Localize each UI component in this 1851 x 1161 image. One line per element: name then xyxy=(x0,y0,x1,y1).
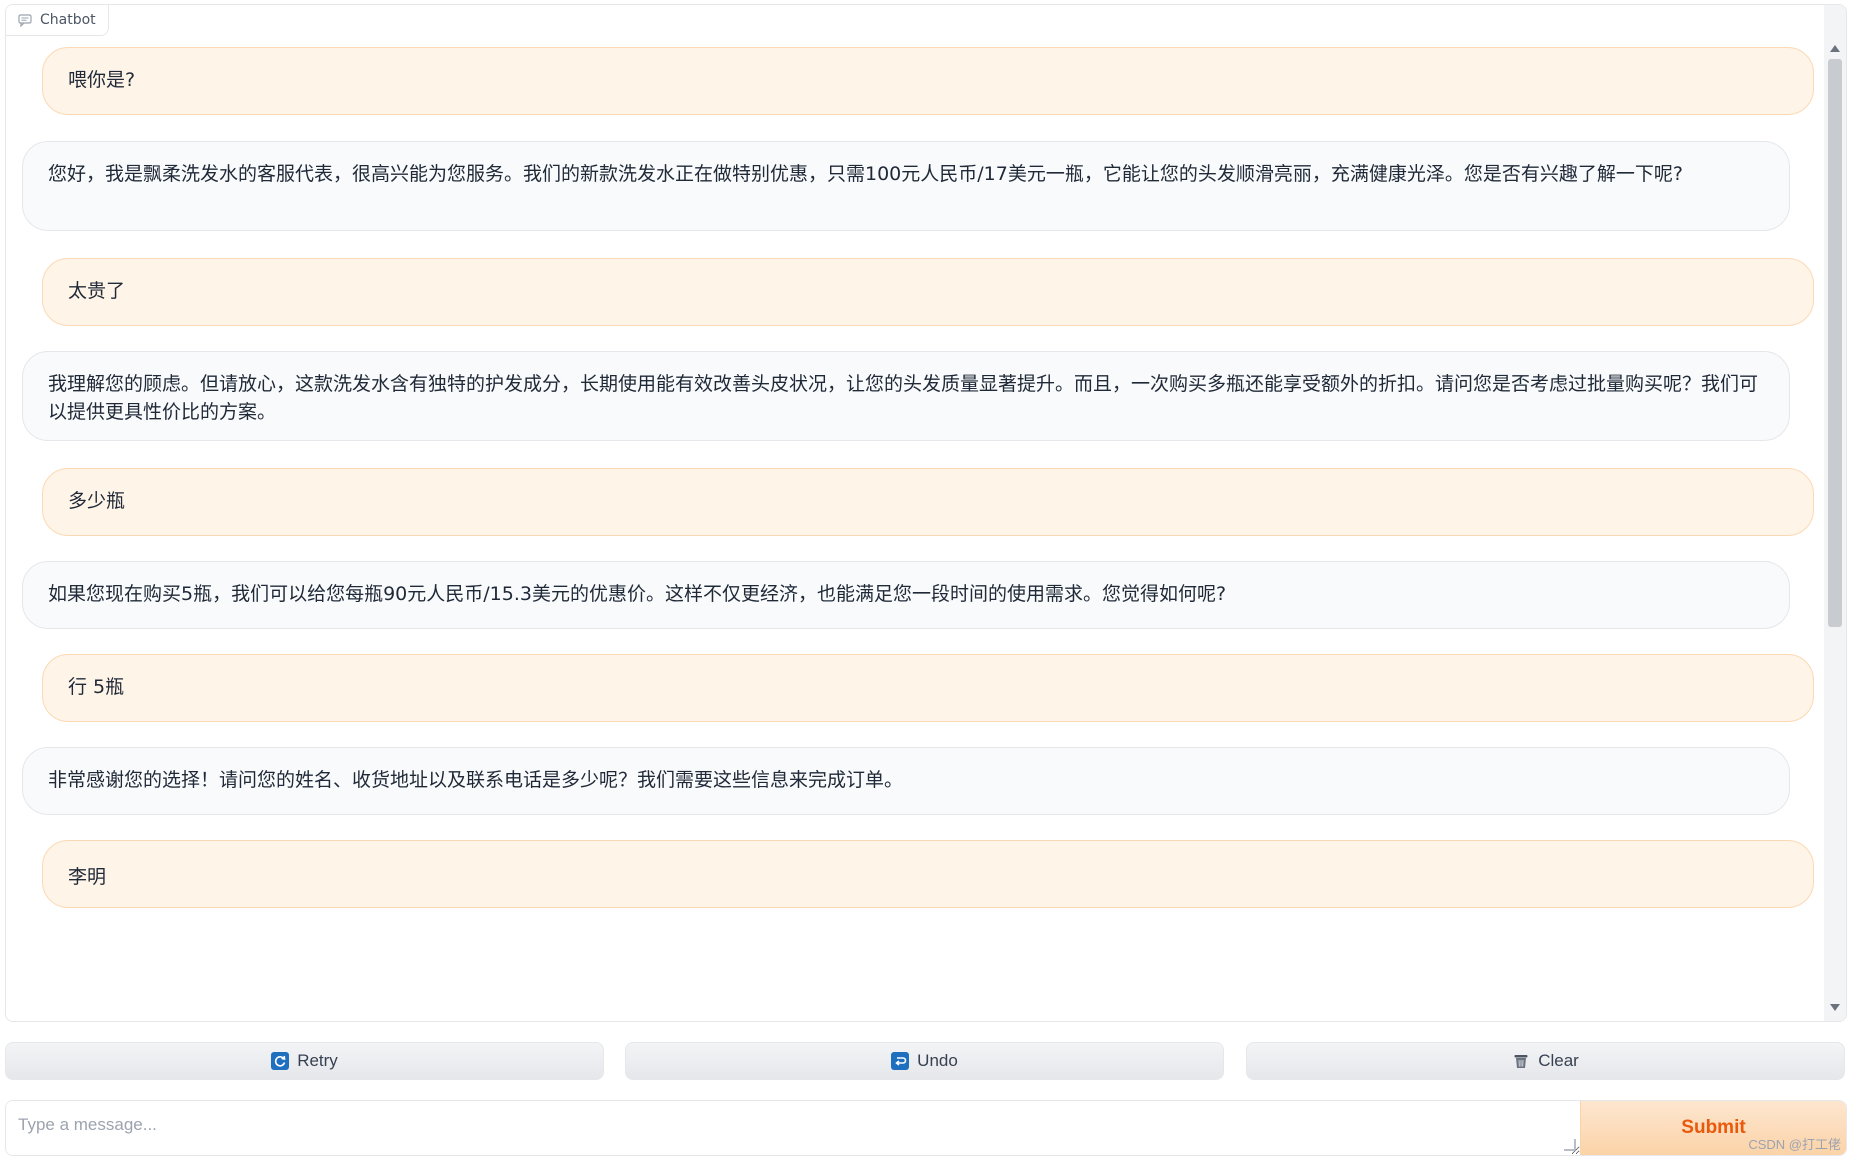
user-message: 太贵了 xyxy=(42,258,1814,326)
clear-label: Clear xyxy=(1538,1051,1579,1070)
message-text: 非常感谢您的选择！请问您的姓名、收货地址以及联系电话是多少呢？我们需要这些信息来… xyxy=(48,769,904,791)
user-message: 喂你是? xyxy=(42,47,1814,115)
retry-button[interactable]: Retry xyxy=(5,1042,604,1080)
action-button-row: Retry Undo Clear xyxy=(5,1042,1845,1080)
user-message: 行 5瓶 xyxy=(42,654,1814,722)
scrollbar-thumb[interactable] xyxy=(1828,59,1842,627)
clear-button[interactable]: Clear xyxy=(1246,1042,1845,1080)
watermark: CSDN @打工佬 xyxy=(1748,1137,1841,1152)
message-text: 您好，我是飘柔洗发水的客服代表，很高兴能为您服务。我们的新款洗发水正在做特别优惠… xyxy=(48,163,1683,185)
message-text: 太贵了 xyxy=(68,280,126,302)
message-text: 李明 xyxy=(68,866,107,888)
trash-icon xyxy=(1512,1052,1530,1070)
undo-button[interactable]: Undo xyxy=(625,1042,1224,1080)
bot-message: 我理解您的顾虑。但请放心，这款洗发水含有独特的护发成分，长期使用能有效改善头皮状… xyxy=(22,351,1790,441)
chatbot-label: Chatbot xyxy=(6,5,109,36)
message-list[interactable]: 喂你是? 您好，我是飘柔洗发水的客服代表，很高兴能为您服务。我们的新款洗发水正在… xyxy=(6,5,1824,1021)
chat-scrollbar[interactable] xyxy=(1824,5,1846,1021)
scroll-down-arrow-icon[interactable] xyxy=(1830,1004,1840,1011)
message-composer: Submit xyxy=(5,1100,1847,1156)
message-text: 我理解您的顾虑。但请放心，这款洗发水含有独特的护发成分，长期使用能有效改善头皮状… xyxy=(48,373,1759,423)
message-text: 如果您现在购买5瓶，我们可以给您每瓶90元人民币/15.3美元的优惠价。这样不仅… xyxy=(48,583,1227,605)
resize-handle-icon[interactable] xyxy=(1564,1139,1576,1151)
submit-label: Submit xyxy=(1681,1117,1746,1138)
undo-icon xyxy=(891,1052,910,1070)
chatbot-label-text: Chatbot xyxy=(40,12,96,28)
message-input[interactable] xyxy=(6,1101,1580,1155)
chat-icon xyxy=(18,13,32,28)
retry-label: Retry xyxy=(297,1051,338,1070)
user-message: 李明 xyxy=(42,840,1814,908)
user-message: 多少瓶 xyxy=(42,468,1814,536)
message-text: 喂你是? xyxy=(68,69,136,91)
bot-message: 如果您现在购买5瓶，我们可以给您每瓶90元人民币/15.3美元的优惠价。这样不仅… xyxy=(22,561,1790,629)
retry-icon xyxy=(271,1052,290,1070)
message-text: 行 5瓶 xyxy=(68,676,125,698)
bot-message: 您好，我是飘柔洗发水的客服代表，很高兴能为您服务。我们的新款洗发水正在做特别优惠… xyxy=(22,141,1790,231)
scroll-up-arrow-icon[interactable] xyxy=(1830,45,1840,52)
message-text: 多少瓶 xyxy=(68,490,126,512)
undo-label: Undo xyxy=(917,1051,958,1070)
bot-message: 非常感谢您的选择！请问您的姓名、收货地址以及联系电话是多少呢？我们需要这些信息来… xyxy=(22,747,1790,815)
chatbot-panel: Chatbot 喂你是? 您好，我是飘柔洗发水的客服代表，很高兴能为您服务。我们… xyxy=(5,4,1847,1022)
